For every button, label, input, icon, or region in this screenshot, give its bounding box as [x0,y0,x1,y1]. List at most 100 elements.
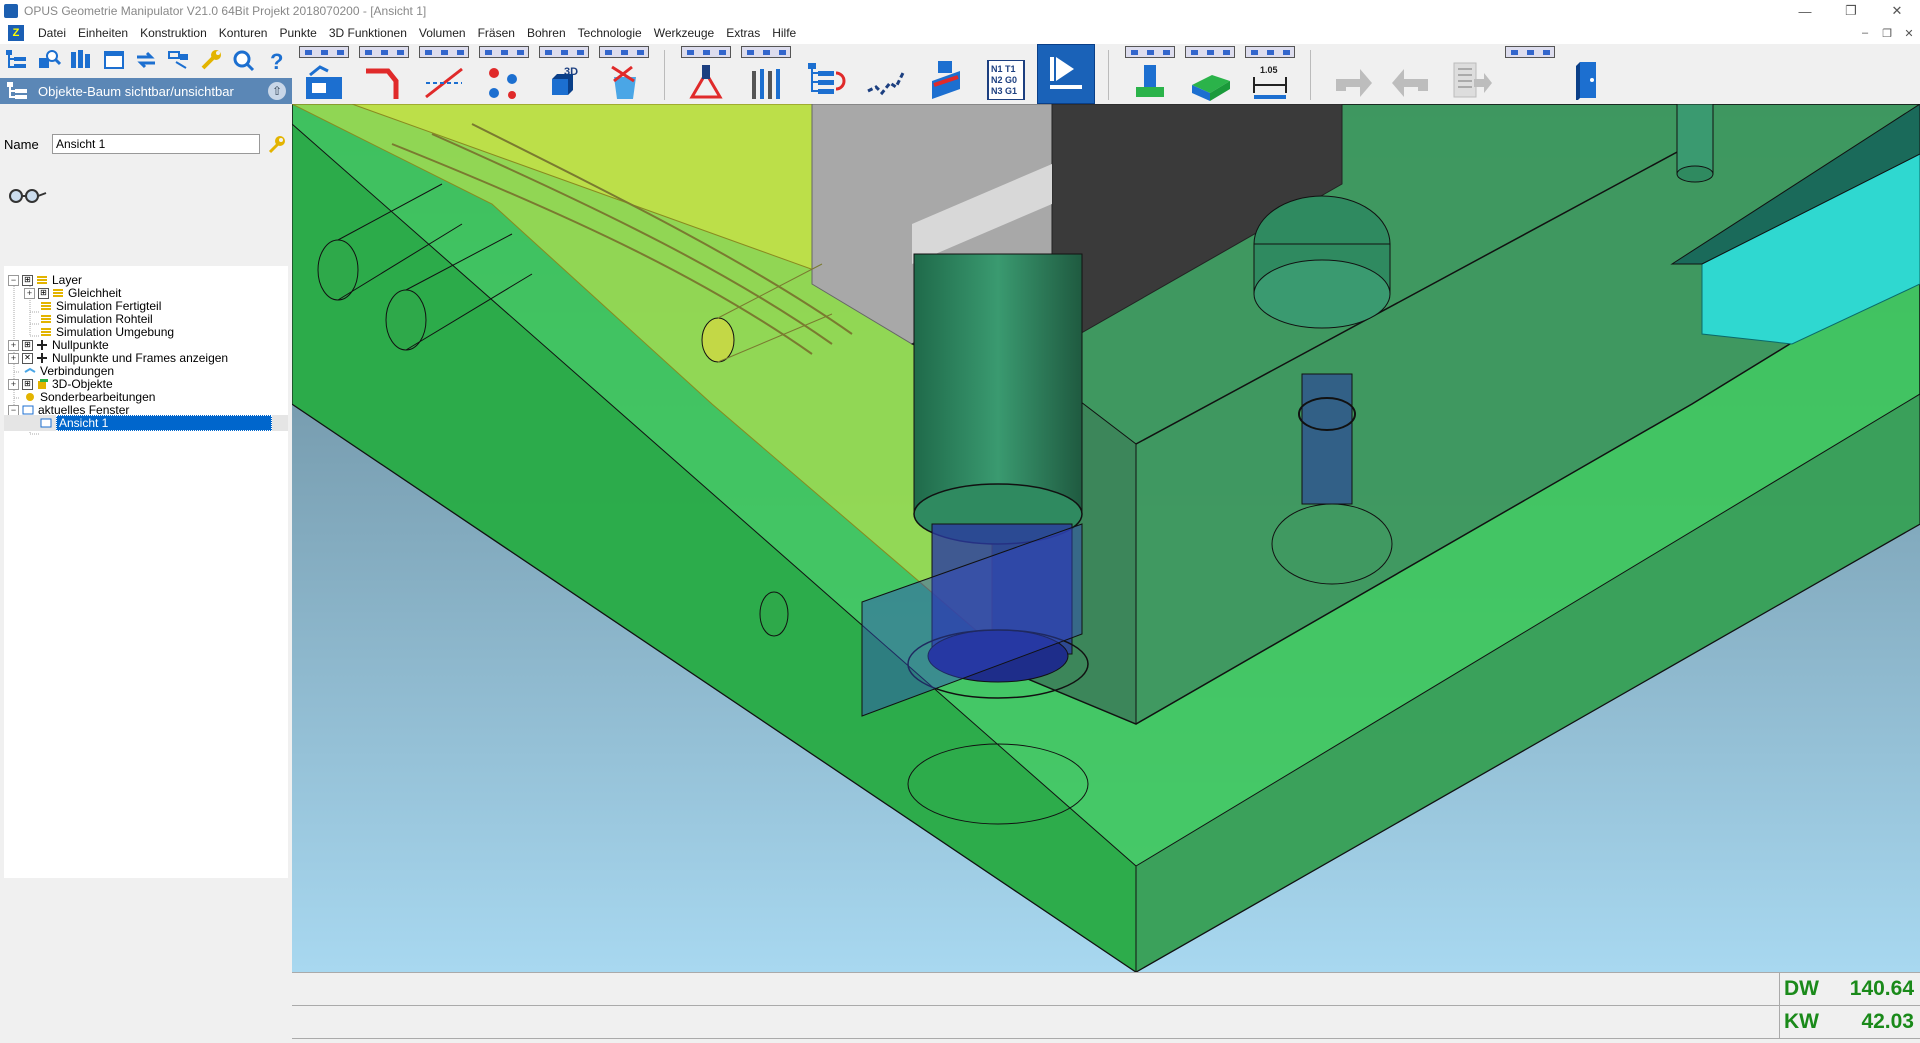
menu-3d-funktionen[interactable]: 3D Funktionen [323,26,413,40]
kw-value: 42.03 [1861,1010,1914,1033]
points-tool-button[interactable] [476,46,532,102]
expand-icon[interactable]: + [8,378,19,390]
key-icon[interactable] [266,134,286,154]
menu-werkzeuge[interactable]: Werkzeuge [648,26,720,40]
toolbar-tag-icon [419,46,469,58]
undo-button[interactable] [1384,46,1440,102]
view-tool-button[interactable] [1502,46,1558,102]
mdi-close-button[interactable]: ✕ [1898,27,1920,40]
toolbar-tag-icon [479,46,529,58]
settings-search-icon[interactable] [230,46,256,74]
window-icon [40,418,52,428]
menu-fraesen[interactable]: Fräsen [472,26,521,40]
swap-icon[interactable] [133,46,159,74]
nc-line-1: N1 T1 [991,64,1016,74]
menu-konstruktion[interactable]: Konstruktion [134,26,213,40]
layer-icon [37,276,47,284]
glasses-icon[interactable] [8,186,48,211]
toolpath-button[interactable] [858,46,914,102]
app-icon [4,4,18,18]
menu-hilfe[interactable]: Hilfe [766,26,802,40]
volume-tool-button[interactable] [1122,46,1178,102]
tree-label-selected: Ansicht 1 [56,415,272,431]
simulation-play-button[interactable] [1037,44,1095,104]
mdi-minimize-button[interactable]: – [1854,27,1876,40]
menu-konturen[interactable]: Konturen [213,26,274,40]
delete-tool-button[interactable] [596,46,652,102]
toolbar-tag-icon [1185,46,1235,58]
checkbox-icon[interactable]: ⊞ [22,339,33,351]
tree-icon [7,82,27,99]
checkbox-icon[interactable]: ⊞ [22,274,33,286]
nc-line-2: N2 G0 [991,75,1017,85]
status-row-dw: DW 140.64 [292,973,1920,1006]
window-icon[interactable] [100,46,126,74]
cube-icon [38,379,48,389]
toolbar-tag-icon [681,46,731,58]
menu-einheiten[interactable]: Einheiten [72,26,134,40]
exit-button[interactable] [1560,46,1616,102]
line-tool-button[interactable] [416,46,472,102]
measure-tool-button[interactable]: 1.05 [1242,46,1298,102]
help-icon[interactable]: ? [263,46,289,74]
title-bar: OPUS Geometrie Manipulator V21.0 64Bit P… [0,0,1920,22]
collapse-icon[interactable]: − [8,274,19,286]
status-bar: DW 140.64 KW 42.03 [292,972,1920,1043]
menu-bohren[interactable]: Bohren [521,26,572,40]
technology-tree-button[interactable] [798,46,854,102]
layer-icon [41,328,51,336]
expand-icon[interactable]: + [8,339,19,351]
special-icon [26,393,34,401]
zero-point-icon [37,353,47,363]
menu-technologie[interactable]: Technologie [572,26,648,40]
3d-scene[interactable] [292,104,1920,972]
contour-tool-button[interactable] [356,46,412,102]
3d-tool-button[interactable]: 3D [536,46,592,102]
layer-icon [41,315,51,323]
mdi-restore-button[interactable]: ❐ [1876,27,1898,40]
toolbar-tag-icon [1125,46,1175,58]
checkbox-icon[interactable]: ⊞ [22,378,33,390]
minimize-button[interactable]: — [1782,0,1828,22]
milling-tool-button[interactable] [678,46,734,102]
layers-icon[interactable] [68,46,94,74]
close-button[interactable]: ✕ [1874,0,1920,22]
3d-viewport[interactable] [292,104,1920,972]
tree-icon[interactable] [3,46,29,74]
toolbar-tag-icon [299,46,349,58]
wrench-icon[interactable] [198,46,224,74]
window-icon [22,405,34,415]
menu-extras[interactable]: Extras [720,26,766,40]
nc-program-button[interactable]: N1 T1 N2 G0 N3 G1 [978,46,1034,102]
menu-volumen[interactable]: Volumen [413,26,472,40]
save-toolbar-button[interactable] [296,46,352,102]
toolbar-tag-icon [359,46,409,58]
redo-button[interactable] [1324,46,1380,102]
link-icon [24,367,36,373]
checkbox-icon[interactable]: ✕ [22,352,33,364]
export-list-button[interactable] [1444,46,1500,102]
drilling-tool-button[interactable] [738,46,794,102]
menu-datei[interactable]: Datei [32,26,72,40]
restore-button[interactable]: ❐ [1828,0,1874,22]
collapse-icon[interactable]: − [8,404,19,416]
object-tree-header[interactable]: Objekte-Baum sichtbar/unsichtbar ⇧ [0,78,292,104]
transform-icon[interactable] [165,46,191,74]
pocket-tool-button[interactable] [1182,46,1238,102]
collapse-up-icon[interactable]: ⇧ [268,82,286,100]
tool-library-button[interactable] [918,46,974,102]
checkbox-icon[interactable]: ⊞ [38,287,49,299]
toolbar-tag-icon [539,46,589,58]
dw-readout: DW 140.64 [1779,973,1920,1005]
document-icon[interactable]: Z [8,25,24,41]
expand-icon[interactable]: + [8,352,19,364]
search-object-icon[interactable] [35,46,61,74]
zero-point-icon [37,340,47,350]
name-input[interactable] [52,134,260,154]
window-title: OPUS Geometrie Manipulator V21.0 64Bit P… [24,4,427,18]
tree-node-ansicht-1[interactable]: Ansicht 1 [4,415,288,431]
name-label: Name [4,136,39,152]
toolbar-tag-icon [1245,46,1295,58]
menu-punkte[interactable]: Punkte [273,26,322,40]
expand-icon[interactable]: + [24,287,35,299]
